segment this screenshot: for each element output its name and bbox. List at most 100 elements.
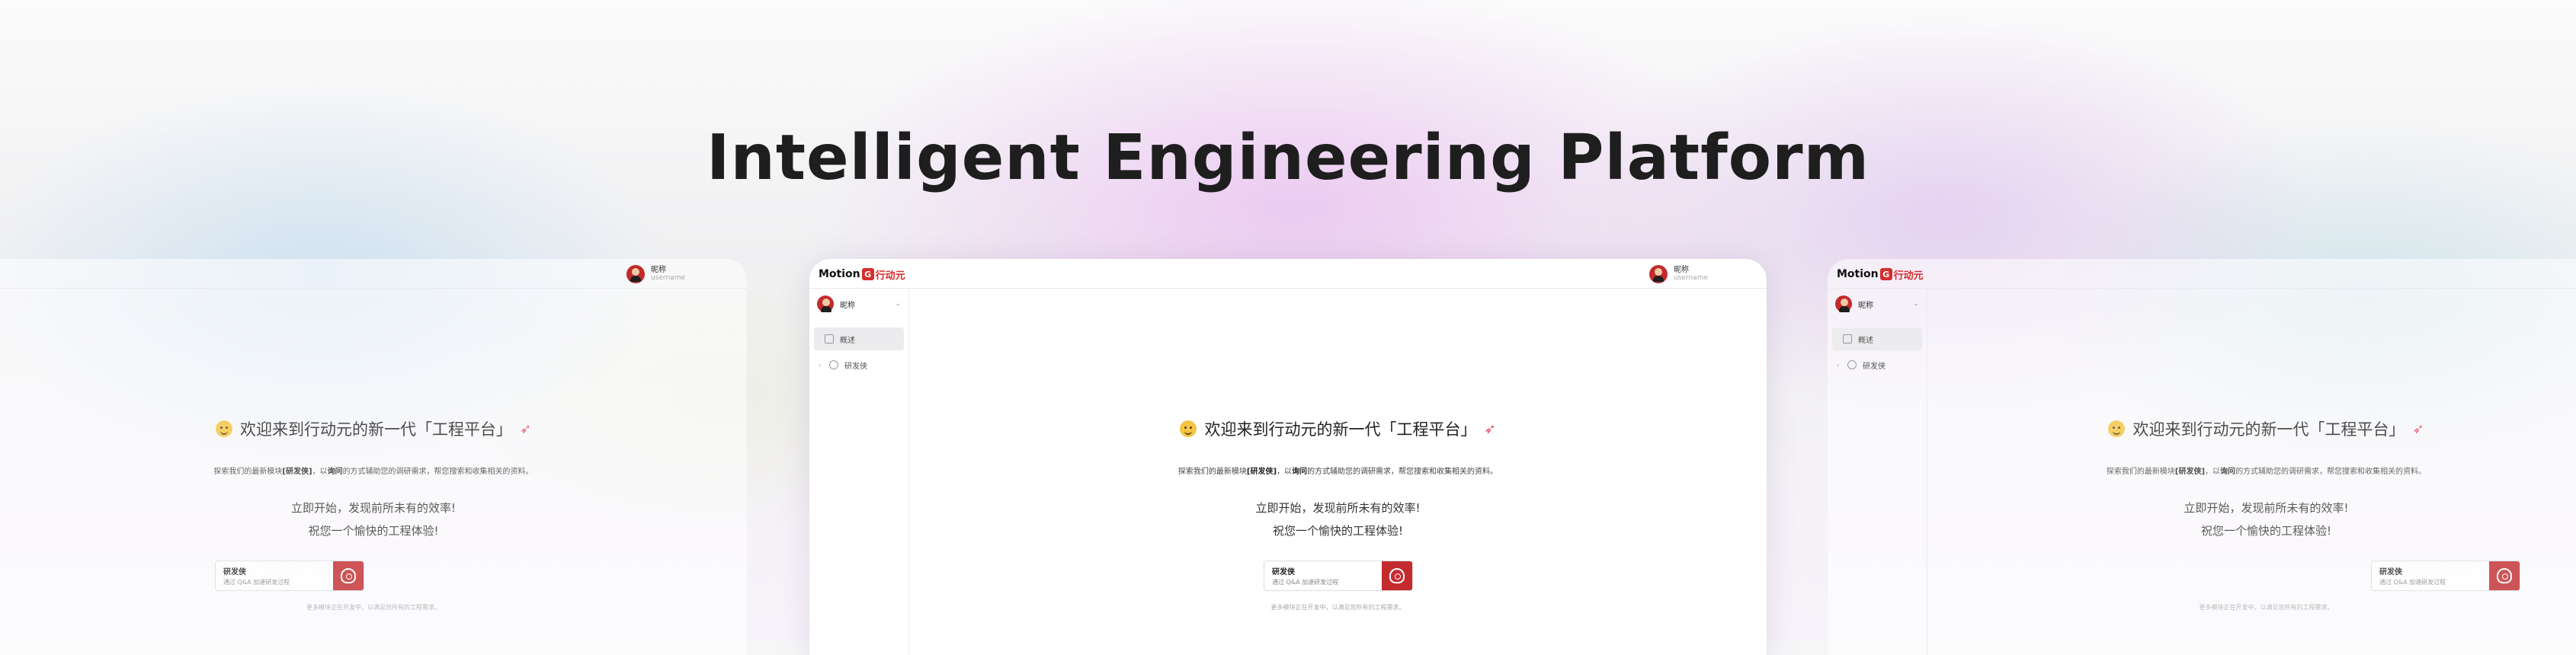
intro-description: 探索我们的最新模块[研发侠]，以询问的方式辅助您的调研需求，帮您搜索和收集相关的… — [0, 465, 747, 476]
top-bar: 昵称 username — [0, 259, 747, 289]
desc-bold-ask: 询问 — [327, 468, 343, 476]
open-module-button[interactable] — [1382, 561, 1412, 590]
user-chip[interactable]: 昵称 username — [626, 264, 685, 285]
agent-icon — [1847, 360, 1857, 369]
desc-mid: ，以 — [2205, 468, 2221, 476]
overview-icon — [1843, 334, 1852, 343]
sidebar-item-label: 研发侠 — [844, 362, 867, 371]
main-window: Motion G 行动元 昵称 username 昵称 ⌄ 概述 › 研发侠 欢… — [809, 259, 1767, 655]
desc-bold-module: [研发侠] — [282, 468, 312, 476]
logo-mark: G — [861, 268, 874, 280]
footer-note: 更多模块正在开发中，以满足您所有的工程需求。 — [306, 604, 441, 611]
logo-latin: Motion — [819, 268, 860, 280]
tagline-1: 立即开始，发现前所未有的效率! — [1255, 501, 1421, 515]
tagline-2: 祝您一个愉快的工程体验! — [1272, 524, 1403, 538]
greeting: 欢迎来到行动元的新一代「工程平台」 ➶ — [1927, 417, 2576, 440]
smile-emoji-icon — [215, 420, 232, 437]
card-subtitle: 通过 Q&A 加速研发过程 — [223, 579, 290, 586]
open-module-button[interactable] — [2489, 561, 2520, 590]
greeting: 欢迎来到行动元的新一代「工程平台」 ➶ — [0, 417, 747, 440]
desc-suffix: 的方式辅助您的调研需求，帮您搜索和收集相关的资料。 — [1307, 468, 1498, 476]
logo-cn: 行动元 — [1893, 270, 1924, 282]
sidebar-item-label: 研发侠 — [1863, 362, 1886, 371]
sidebar-user[interactable]: 昵称 ⌄ — [1835, 294, 1919, 314]
user-handle: username — [651, 274, 685, 282]
smile-emoji-icon — [2108, 420, 2126, 437]
rocket-icon: ➶ — [1484, 420, 1496, 437]
rocket-icon: ➶ — [519, 420, 532, 437]
brain-head-icon — [2497, 568, 2512, 583]
main-content: 欢迎来到行动元的新一代「工程平台」 ➶ 探索我们的最新模块[研发侠]，以询问的方… — [1927, 288, 2576, 655]
intro-description: 探索我们的最新模块[研发侠]，以询问的方式辅助您的调研需求，帮您搜索和收集相关的… — [1927, 465, 2576, 476]
logo-cn: 行动元 — [875, 270, 905, 282]
yanfaxia-card[interactable]: 研发侠 通过 Q&A 加速研发过程 — [215, 561, 364, 591]
desc-bold-module: [研发侠] — [1246, 468, 1277, 476]
overview-icon — [825, 334, 834, 343]
main-content: 欢迎来到行动元的新一代「工程平台」 ➶ 探索我们的最新模块[研发侠]，以询问的方… — [0, 288, 747, 655]
sidebar-item-overview[interactable]: 概述 — [814, 328, 904, 350]
greeting-text: 欢迎来到行动元的新一代「工程平台」 — [1204, 420, 1477, 439]
tagline-1: 立即开始，发现前所未有的效率! — [2184, 501, 2349, 515]
smile-emoji-icon — [1180, 420, 1197, 437]
preview-window-left: 昵称 username 欢迎来到行动元的新一代「工程平台」 ➶ 探索我们的最新模… — [0, 259, 747, 655]
sidebar: 昵称 ⌄ 概述 › 研发侠 — [1828, 288, 1927, 655]
desc-prefix: 探索我们的最新模块 — [213, 468, 283, 476]
sidebar-user-name: 昵称 — [1858, 301, 1873, 310]
chevron-right-icon: › — [819, 361, 822, 369]
greeting: 欢迎来到行动元的新一代「工程平台」 ➶ — [909, 417, 1767, 440]
sidebar-item-agent[interactable]: › 研发侠 — [814, 353, 904, 376]
open-module-button[interactable] — [333, 561, 364, 590]
sidebar-user-name: 昵称 — [840, 301, 855, 310]
sidebar-item-overview[interactable]: 概述 — [1832, 328, 1922, 350]
card-title: 研发侠 — [2379, 568, 2402, 577]
desc-suffix: 的方式辅助您的调研需求，帮您搜索和收集相关的资料。 — [342, 468, 533, 476]
avatar — [817, 296, 834, 312]
sidebar: 昵称 ⌄ 概述 › 研发侠 — [809, 288, 909, 655]
desc-mid: ，以 — [312, 468, 328, 476]
desc-prefix: 探索我们的最新模块 — [2106, 468, 2175, 476]
footer-note: 更多模块正在开发中，以满足您所有的工程需求。 — [1270, 604, 1405, 611]
avatar — [626, 265, 645, 283]
yanfaxia-card[interactable]: 研发侠 通过 Q&A 加速研发过程 — [1264, 561, 1413, 591]
sidebar-item-label: 概述 — [840, 336, 855, 345]
desc-bold-module: [研发侠] — [2174, 468, 2206, 476]
tagline-1: 立即开始，发现前所未有的效率! — [290, 501, 456, 515]
desc-prefix: 探索我们的最新模块 — [1177, 468, 1247, 476]
avatar — [1649, 265, 1668, 283]
user-chip[interactable]: 昵称 username — [1649, 264, 1708, 285]
logo-latin: Motion — [1837, 268, 1879, 280]
card-title: 研发侠 — [1272, 568, 1295, 577]
chevron-right-icon: › — [1837, 361, 1840, 369]
logo-mark: G — [1879, 268, 1892, 280]
card-subtitle: 通过 Q&A 加速研发过程 — [2379, 579, 2446, 586]
rocket-icon: ➶ — [2412, 420, 2424, 437]
brand-logo[interactable]: Motion G 行动元 — [1837, 267, 1924, 282]
sidebar-user[interactable]: 昵称 ⌄ — [817, 294, 901, 314]
chevron-down-icon: ⌄ — [1913, 300, 1919, 308]
desc-bold-ask: 询问 — [1292, 468, 1308, 476]
tagline-2: 祝您一个愉快的工程体验! — [308, 524, 439, 538]
card-title: 研发侠 — [223, 568, 246, 577]
top-bar: Motion G 行动元 — [1828, 259, 2576, 289]
greeting-text: 欢迎来到行动元的新一代「工程平台」 — [2132, 420, 2405, 439]
avatar — [1835, 296, 1852, 312]
agent-icon — [829, 360, 838, 369]
brand-logo[interactable]: Motion G 行动元 — [819, 267, 905, 282]
top-bar: Motion G 行动元 昵称 username — [809, 259, 1767, 289]
sidebar-item-label: 概述 — [1858, 336, 1873, 345]
main-content: 欢迎来到行动元的新一代「工程平台」 ➶ 探索我们的最新模块[研发侠]，以询问的方… — [909, 288, 1767, 655]
footer-note: 更多模块正在开发中，以满足您所有的工程需求。 — [2199, 604, 2334, 611]
user-name: 昵称 — [1674, 266, 1689, 274]
sidebar-item-agent[interactable]: › 研发侠 — [1832, 353, 1922, 376]
intro-description: 探索我们的最新模块[研发侠]，以询问的方式辅助您的调研需求，帮您搜索和收集相关的… — [909, 465, 1767, 476]
user-name: 昵称 — [651, 266, 666, 274]
brain-head-icon — [1389, 568, 1405, 583]
yanfaxia-card[interactable]: 研发侠 通过 Q&A 加速研发过程 — [2371, 561, 2520, 591]
card-subtitle: 通过 Q&A 加速研发过程 — [1272, 579, 1339, 586]
brain-head-icon — [341, 568, 356, 583]
page-headline: Intelligent Engineering Platform — [706, 122, 1870, 194]
desc-mid: ，以 — [1277, 468, 1293, 476]
desc-bold-ask: 询问 — [2220, 468, 2236, 476]
preview-window-right: Motion G 行动元 昵称 ⌄ 概述 › 研发侠 欢迎来到行动元的新一代「工… — [1828, 259, 2576, 655]
user-handle: username — [1674, 274, 1708, 282]
